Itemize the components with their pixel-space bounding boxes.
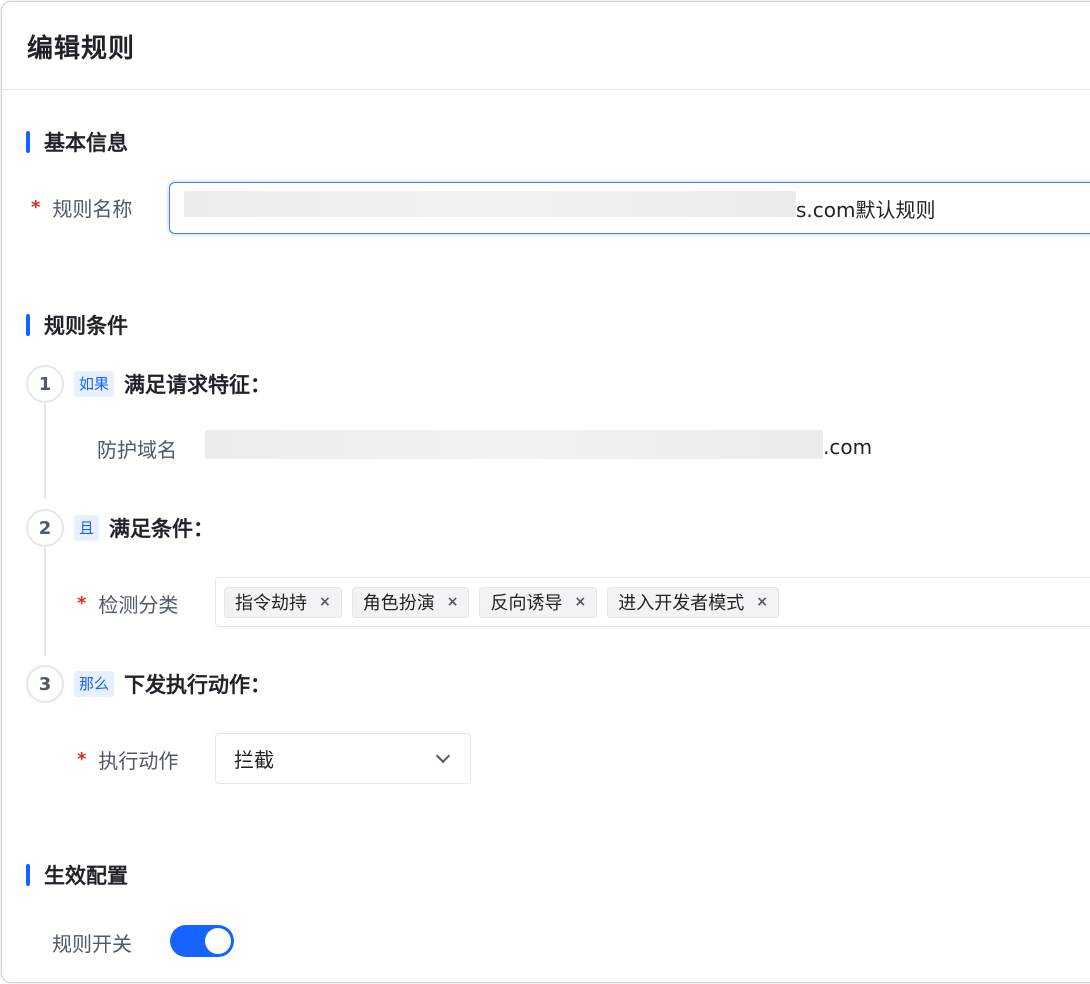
- edit-rule-panel: [1, 1, 1090, 983]
- chip-label: 进入开发者模式: [618, 593, 745, 614]
- section-basic-info: 基本信息: [26, 127, 128, 157]
- title-divider: [2, 89, 1090, 90]
- step-title: 满足请求特征：: [124, 373, 272, 397]
- step-3-header: 3 那么 下发执行动作：: [26, 665, 271, 703]
- switch-knob: [205, 928, 231, 954]
- close-icon[interactable]: ×: [319, 594, 331, 610]
- close-icon[interactable]: ×: [756, 594, 768, 610]
- section-rule-conditions: 规则条件: [26, 310, 128, 340]
- required-mark: *: [31, 197, 41, 218]
- step-title: 下发执行动作：: [124, 673, 272, 697]
- step-connector: [44, 404, 46, 499]
- page-title: 编辑规则: [27, 34, 136, 64]
- step-number: 3: [26, 665, 64, 703]
- close-icon[interactable]: ×: [447, 594, 459, 610]
- detection-category-label: 检测分类: [98, 593, 179, 617]
- rule-name-label-row: * 规则名称: [31, 193, 132, 222]
- step-connector: [44, 548, 46, 656]
- category-chip: 指令劫持 ×: [224, 586, 342, 618]
- section-title-effective-config: 生效配置: [44, 864, 128, 888]
- required-mark: *: [77, 593, 87, 614]
- chevron-down-icon: [435, 748, 451, 763]
- category-chip: 角色扮演 ×: [351, 586, 470, 618]
- step-2-header: 2 且 满足条件：: [26, 509, 214, 547]
- protected-domain-value: .com: [823, 435, 873, 459]
- required-mark: *: [77, 749, 87, 770]
- category-chip: 反向诱导 ×: [479, 586, 598, 618]
- action-label: 执行动作: [98, 749, 179, 773]
- protected-domain-label: 防护域名: [97, 438, 177, 462]
- rule-switch-label-row: 规则开关: [52, 928, 132, 957]
- action-select[interactable]: 拦截: [215, 733, 471, 784]
- section-marker: [26, 131, 30, 153]
- section-title-basic-info: 基本信息: [44, 131, 128, 155]
- step-1-header: 1 如果 满足请求特征：: [26, 365, 271, 403]
- protected-domain-row: 防护域名: [97, 434, 177, 463]
- section-effective-config: 生效配置: [26, 860, 128, 890]
- step-tag-and: 且: [74, 515, 100, 541]
- redacted-text: [205, 430, 823, 459]
- chip-label: 角色扮演: [362, 593, 435, 614]
- step-tag-then: 那么: [74, 671, 115, 697]
- detection-category-label-row: * 检测分类: [77, 589, 178, 618]
- rule-switch-label: 规则开关: [52, 932, 132, 956]
- section-marker: [26, 314, 30, 336]
- section-title-rule-conditions: 规则条件: [44, 314, 128, 338]
- detection-category-multiselect[interactable]: 指令劫持 × 角色扮演 × 反向诱导 × 进入开发者模式 ×: [215, 577, 1090, 627]
- rule-name-label: 规则名称: [52, 197, 133, 221]
- step-number: 1: [26, 365, 64, 403]
- action-select-value: 拦截: [234, 748, 274, 772]
- step-number: 2: [26, 509, 64, 547]
- action-label-row: * 执行动作: [77, 745, 178, 774]
- category-chip: 进入开发者模式 ×: [607, 586, 779, 618]
- step-tag-if: 如果: [74, 371, 115, 397]
- rule-name-value: s.com默认规则: [796, 198, 936, 222]
- section-marker: [26, 864, 30, 886]
- step-title: 满足条件：: [109, 517, 215, 541]
- close-icon[interactable]: ×: [574, 594, 586, 610]
- chip-label: 反向诱导: [490, 593, 563, 614]
- redacted-text: [184, 191, 796, 217]
- rule-switch-toggle[interactable]: [170, 925, 234, 957]
- rule-name-input[interactable]: s.com默认规则: [169, 182, 1090, 234]
- chip-label: 指令劫持: [235, 593, 307, 614]
